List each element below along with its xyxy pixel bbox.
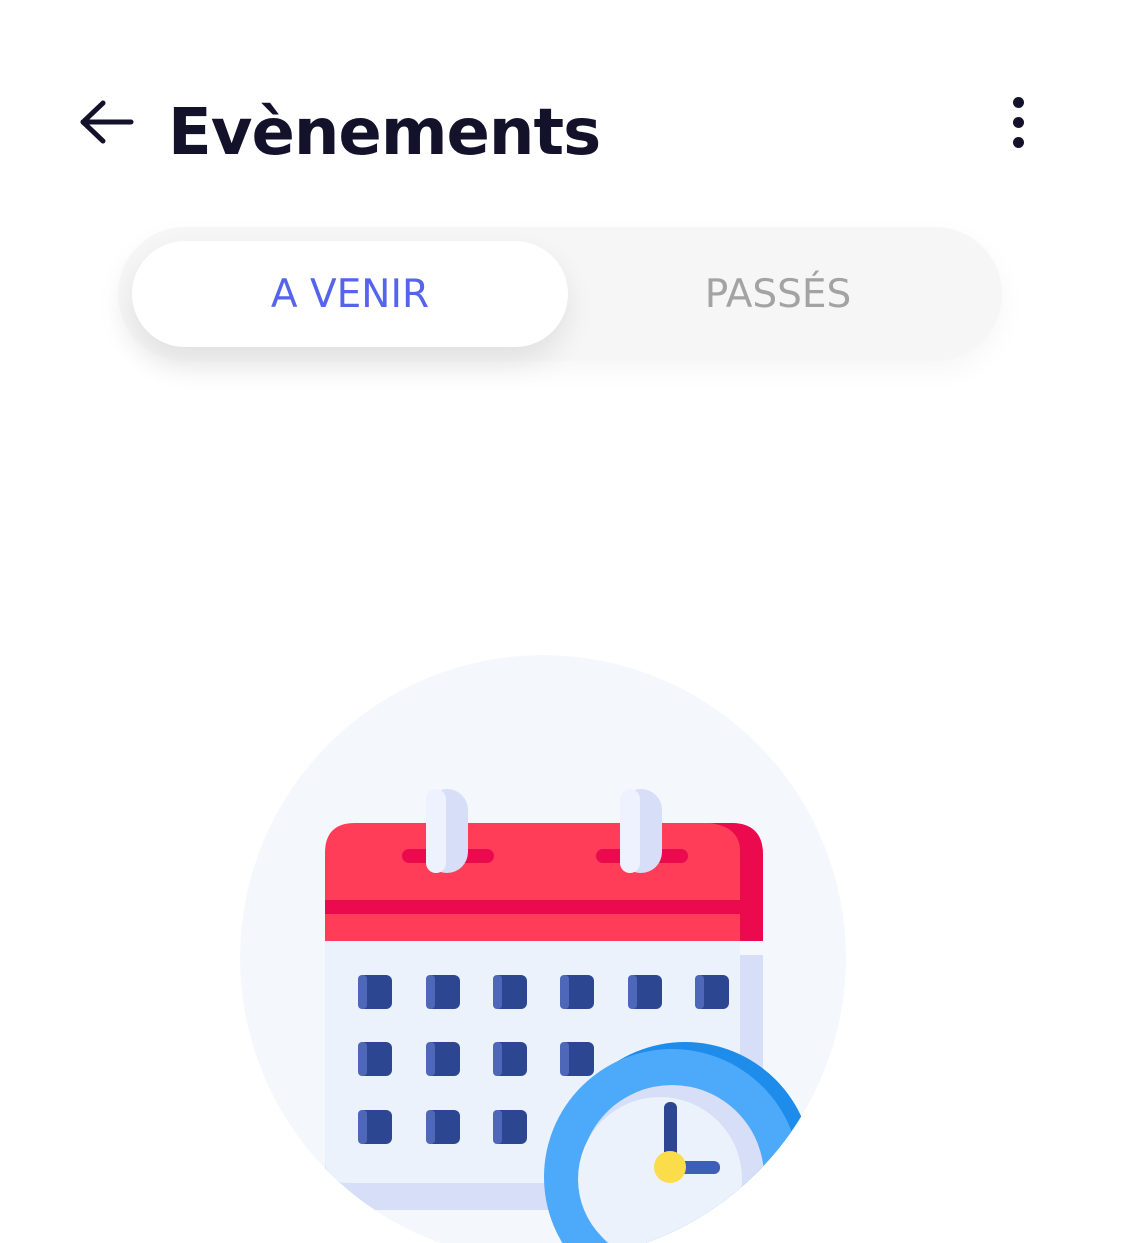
- tab-upcoming[interactable]: A VENIR: [132, 241, 568, 347]
- back-button[interactable]: [70, 86, 142, 158]
- calendar-clock-icon: [325, 789, 813, 1243]
- more-vertical-icon-dot: [1012, 116, 1024, 128]
- arrow-left-icon: [80, 100, 134, 144]
- more-vertical-icon: [1012, 96, 1024, 108]
- more-options-button[interactable]: [990, 86, 1046, 158]
- events-screen: Evènements A VENIR PASSÉS: [0, 0, 1125, 1243]
- more-vertical-icon-dot: [1012, 136, 1024, 148]
- segmented-control: A VENIR PASSÉS: [118, 227, 1002, 361]
- empty-state-illustration: [240, 655, 846, 1243]
- page-title: Evènements: [168, 96, 601, 170]
- tab-past[interactable]: PASSÉS: [568, 241, 988, 347]
